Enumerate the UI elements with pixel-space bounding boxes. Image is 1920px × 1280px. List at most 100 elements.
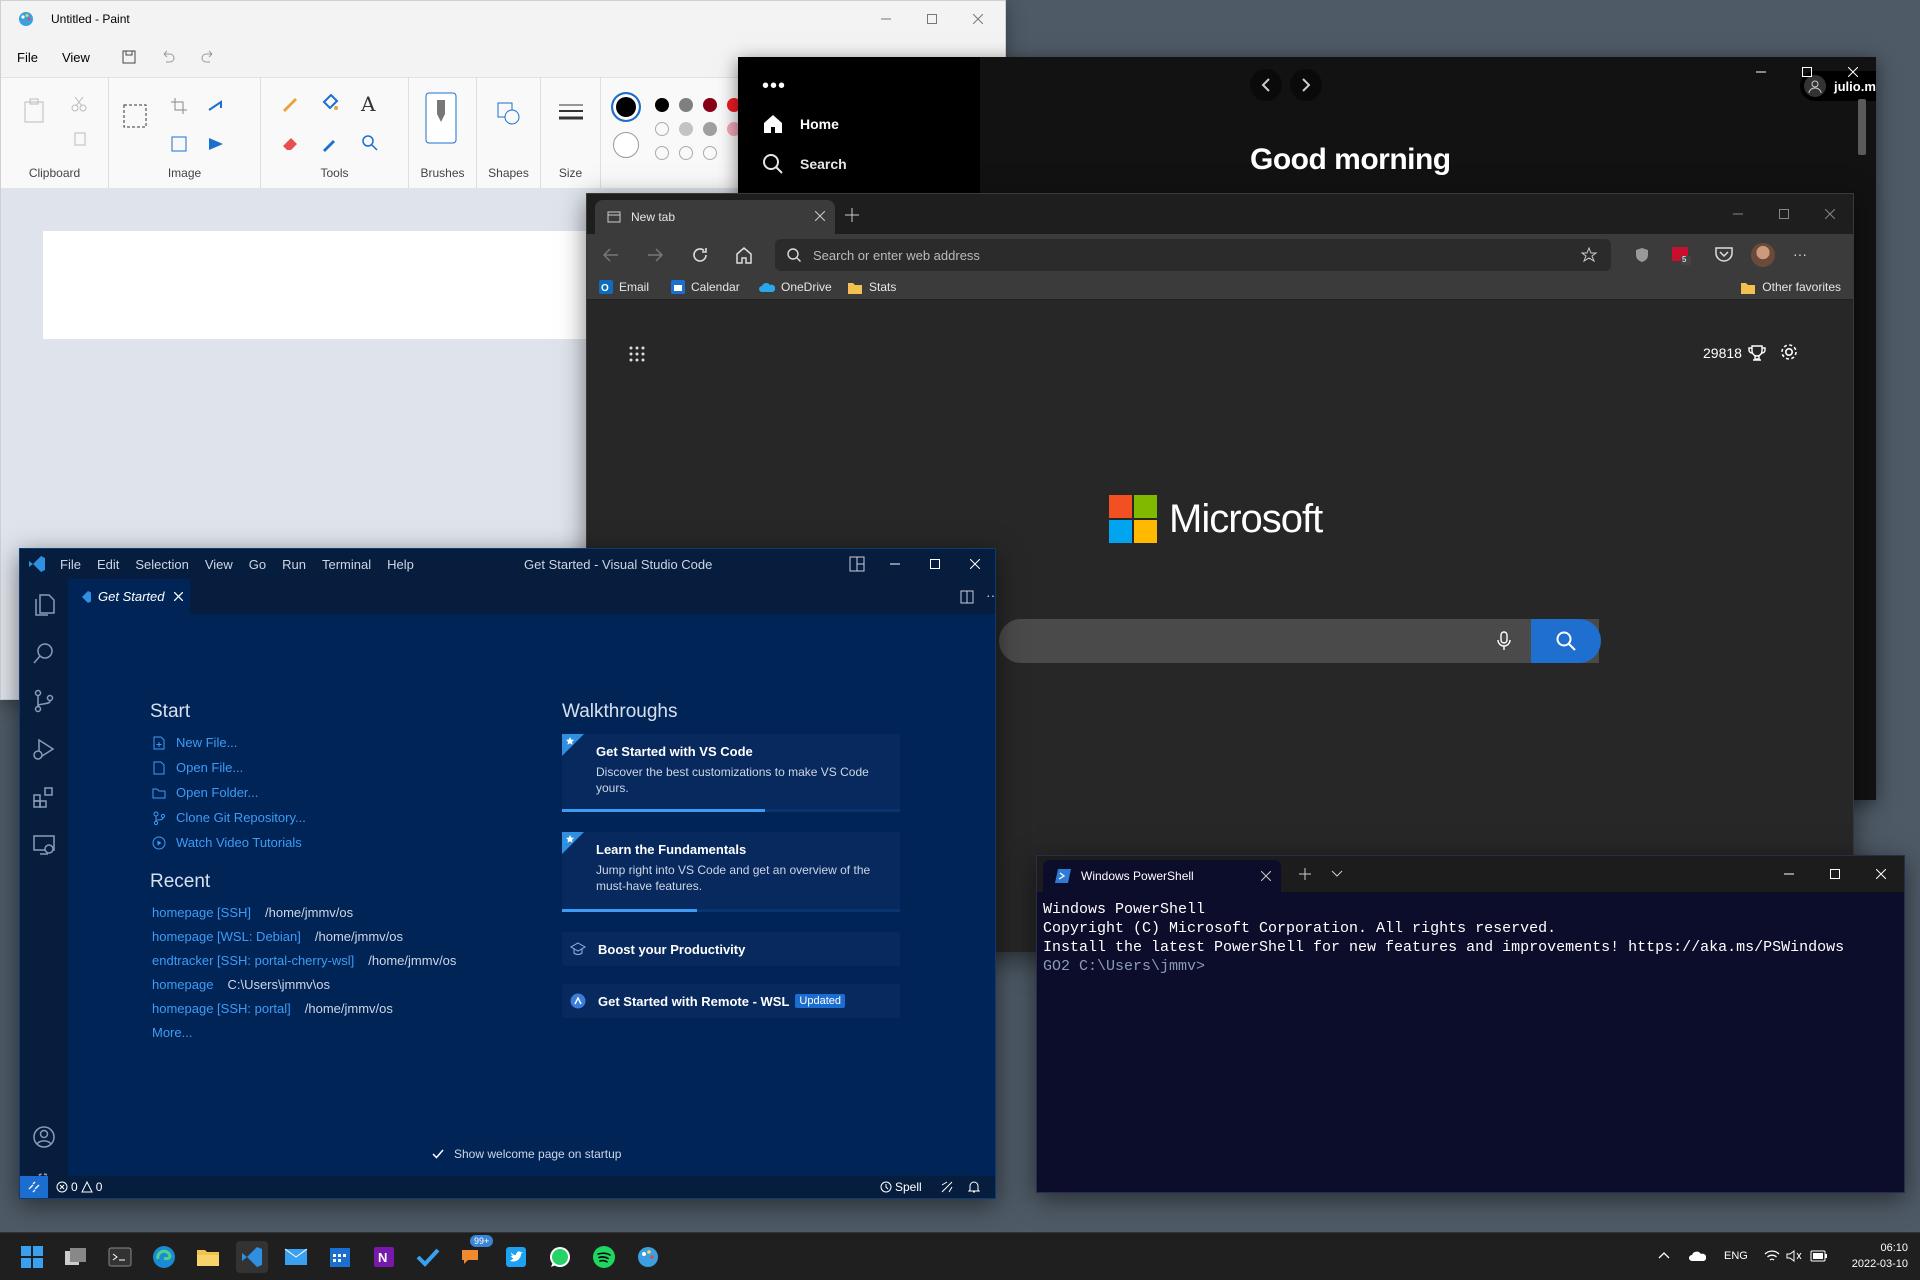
more-actions-icon[interactable]: ··· xyxy=(986,587,995,603)
microphone-icon[interactable] xyxy=(1497,631,1511,651)
notifications-bell-icon[interactable] xyxy=(968,1180,980,1194)
new-tab-icon[interactable] xyxy=(845,208,859,222)
edge-app-icon[interactable] xyxy=(148,1241,180,1273)
terminal-app-icon[interactable] xyxy=(104,1241,136,1273)
terminal-output[interactable]: Windows PowerShell Copyright (C) Microsof… xyxy=(1037,892,1904,984)
minimize-button[interactable] xyxy=(863,1,909,37)
search-icon[interactable] xyxy=(32,641,56,665)
recent-item[interactable]: homepage [SSH: portal] /home/jmmv/os xyxy=(152,1001,393,1016)
resize-icon[interactable] xyxy=(171,136,187,152)
fav-stats[interactable]: Stats xyxy=(847,280,896,294)
dropdown-chevron-icon[interactable] xyxy=(1331,870,1343,878)
show-welcome-checkbox[interactable]: Show welcome page on startup xyxy=(432,1147,621,1161)
shapes-icon[interactable] xyxy=(497,102,521,126)
palette-white[interactable] xyxy=(655,122,669,136)
clock[interactable]: 06:10 2022-03-10 xyxy=(1840,1240,1908,1272)
vscode-titlebar[interactable]: File Edit Selection View Go Run Terminal… xyxy=(20,549,995,579)
paint-app-icon[interactable] xyxy=(632,1241,664,1273)
palette-lightgray[interactable] xyxy=(679,122,693,136)
walkthrough-remote-wsl[interactable]: Get Started with Remote - WSL Updated xyxy=(562,984,900,1018)
nav-search[interactable]: Search xyxy=(762,153,847,175)
problems-indicator[interactable]: 0 0 xyxy=(56,1180,102,1194)
fav-calendar[interactable]: Calendar xyxy=(671,280,740,294)
walkthrough-get-started[interactable]: Get Started with VS Code Discover the be… xyxy=(562,734,900,812)
fav-email[interactable]: O Email xyxy=(599,280,649,294)
palette-empty3[interactable] xyxy=(703,146,717,160)
palette-empty2[interactable] xyxy=(679,146,693,160)
profile-avatar[interactable] xyxy=(1751,243,1775,267)
source-control-icon[interactable] xyxy=(32,689,56,713)
walkthrough-fundamentals[interactable]: Learn the Fundamentals Jump right into V… xyxy=(562,832,900,912)
back-arrow-icon[interactable] xyxy=(603,248,619,262)
twitter-app-icon[interactable] xyxy=(500,1241,532,1273)
spell-indicator[interactable]: Spell xyxy=(880,1180,922,1194)
extensions-icon[interactable] xyxy=(32,785,56,809)
text-icon[interactable]: A xyxy=(361,92,375,116)
flip-icon[interactable] xyxy=(207,136,229,152)
menu-edit[interactable]: Edit xyxy=(97,557,119,572)
vscode-close-button[interactable] xyxy=(955,549,995,579)
palette-black[interactable] xyxy=(655,98,669,112)
terminal-close-button[interactable] xyxy=(1858,856,1904,892)
run-debug-icon[interactable] xyxy=(32,737,56,761)
whatsapp-app-icon[interactable] xyxy=(544,1241,576,1273)
fill-icon[interactable] xyxy=(321,94,339,112)
eraser-icon[interactable] xyxy=(281,134,299,152)
recent-item[interactable]: endtracker [SSH: portal-cherry-wsl] /home… xyxy=(152,953,456,968)
remote-explorer-icon[interactable] xyxy=(32,833,56,857)
close-button[interactable] xyxy=(955,1,1001,37)
spotify-minimize-button[interactable] xyxy=(1738,57,1784,87)
mail-app-icon[interactable] xyxy=(280,1241,312,1273)
maximize-button[interactable] xyxy=(909,1,955,37)
tab-close-icon[interactable] xyxy=(174,592,184,601)
refresh-icon[interactable] xyxy=(691,246,709,264)
copy-icon[interactable] xyxy=(71,132,87,148)
volume-muted-icon[interactable] xyxy=(1786,1249,1802,1263)
tab-close-icon[interactable] xyxy=(1261,871,1271,881)
accounts-icon[interactable] xyxy=(32,1125,56,1149)
paste-icon[interactable] xyxy=(23,98,45,124)
walkthrough-boost[interactable]: Boost your Productivity xyxy=(562,932,900,966)
rewards-points[interactable]: 29818 xyxy=(1703,344,1766,362)
settings-more-icon[interactable]: ··· xyxy=(1793,246,1807,262)
watch-tutorials-link[interactable]: Watch Video Tutorials xyxy=(152,835,302,850)
new-tab-icon[interactable] xyxy=(1299,868,1311,880)
file-explorer-icon[interactable] xyxy=(192,1241,224,1273)
open-file-link[interactable]: Open File... xyxy=(152,760,243,775)
spotify-app-icon[interactable] xyxy=(588,1241,620,1273)
pocket-icon[interactable] xyxy=(1715,246,1733,262)
clone-git-link[interactable]: Clone Git Repository... xyxy=(152,810,306,825)
forward-arrow-icon[interactable] xyxy=(647,248,663,262)
explorer-icon[interactable] xyxy=(32,593,56,617)
todo-app-icon[interactable] xyxy=(412,1241,444,1273)
color2-swatch[interactable] xyxy=(613,132,639,158)
tab-powershell[interactable]: Windows PowerShell xyxy=(1043,860,1281,892)
settings-gear-icon[interactable] xyxy=(1779,342,1799,362)
bing-search-button[interactable] xyxy=(1531,619,1601,663)
onenote-app-icon[interactable]: N xyxy=(368,1241,400,1273)
menu-run[interactable]: Run xyxy=(282,557,306,572)
recent-item[interactable]: homepage [WSL: Debian] /home/jmmv/os xyxy=(152,929,403,944)
menu-terminal[interactable]: Terminal xyxy=(322,557,371,572)
recent-item[interactable]: homepage [SSH] /home/jmmv/os xyxy=(152,905,353,920)
menu-help[interactable]: Help xyxy=(387,557,414,572)
palette-silver[interactable] xyxy=(703,122,717,136)
rotate-icon[interactable] xyxy=(207,98,229,114)
spotify-scrollbar[interactable] xyxy=(1858,99,1866,155)
address-bar[interactable]: Search or enter web address xyxy=(775,239,1611,271)
color1-swatch[interactable] xyxy=(611,92,641,122)
recent-item[interactable]: homepage C:\Users\jmmv\os xyxy=(152,977,330,992)
paint-canvas[interactable] xyxy=(43,231,603,339)
forward-button[interactable] xyxy=(1290,69,1322,101)
menu-file[interactable]: File xyxy=(60,557,81,572)
tab-new-tab[interactable]: New tab xyxy=(595,200,835,234)
back-button[interactable] xyxy=(1250,69,1282,101)
language-indicator[interactable]: ENG xyxy=(1724,1250,1748,1262)
redo-icon[interactable] xyxy=(200,50,216,64)
vscode-minimize-button[interactable] xyxy=(875,549,915,579)
battery-icon[interactable] xyxy=(1810,1250,1828,1262)
shield-extension-icon[interactable] xyxy=(1635,247,1649,263)
terminal-maximize-button[interactable] xyxy=(1812,856,1858,892)
more-options-icon[interactable]: ••• xyxy=(762,75,786,98)
onedrive-tray-icon[interactable] xyxy=(1688,1250,1706,1262)
